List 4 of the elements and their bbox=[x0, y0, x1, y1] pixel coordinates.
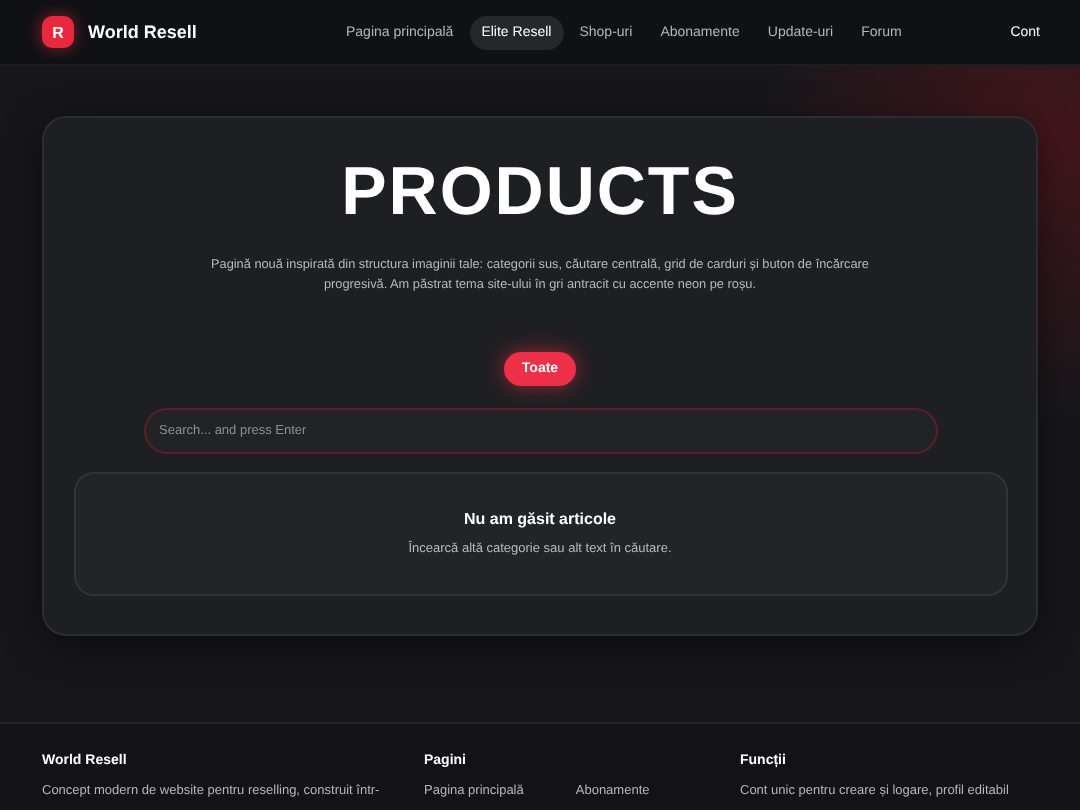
page-title: PRODUCTS bbox=[341, 154, 739, 232]
brand-name[interactable]: World Resell bbox=[88, 22, 197, 42]
empty-state-title: Nu am găsit articole bbox=[463, 510, 617, 529]
logo-badge[interactable]: R bbox=[42, 16, 74, 48]
